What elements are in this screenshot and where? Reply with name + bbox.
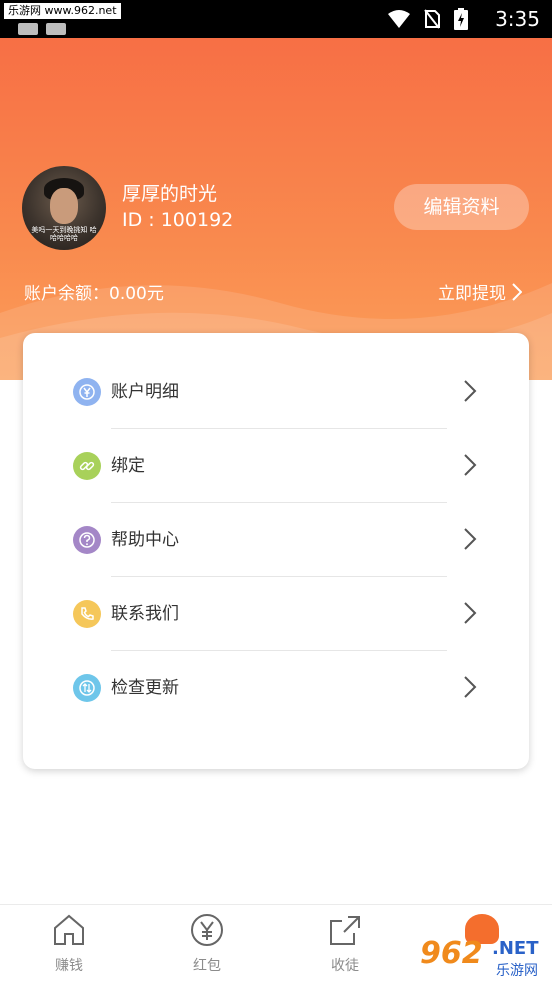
phone-icon (73, 600, 101, 628)
chevron-right-icon (464, 676, 477, 698)
site-logo: 962 .NET 乐游网 (412, 912, 552, 981)
menu-item-contact-us[interactable]: 联系我们 (23, 577, 529, 651)
update-icon (73, 674, 101, 702)
yen-circle-icon (191, 914, 223, 946)
nav-apprentice[interactable]: 收徒 (276, 905, 414, 982)
menu-item-bind[interactable]: 绑定 (23, 429, 529, 503)
logo-main: 962 (420, 936, 483, 971)
battery-icon (454, 8, 468, 30)
withdraw-link[interactable]: 立即提现 (438, 279, 522, 304)
withdraw-label: 立即提现 (438, 284, 506, 304)
avatar-caption: 美吗一天到晚挑知 哈哈哈哈哈 (31, 226, 97, 242)
no-sim-icon (424, 9, 440, 29)
logo-sub: 乐游网 (496, 963, 538, 979)
watermark: 乐游网 www.962.net (4, 3, 121, 19)
avatar[interactable]: 美吗一天到晚挑知 哈哈哈哈哈 (22, 166, 106, 250)
nav-earn[interactable]: 赚钱 (0, 905, 138, 982)
avatar-face (50, 188, 78, 224)
menu-item-label: 检查更新 (111, 678, 179, 698)
logo-net: .NET (492, 938, 539, 959)
chevron-right-icon (512, 282, 522, 301)
yen-icon (73, 378, 101, 406)
menu-item-check-update[interactable]: 检查更新 (23, 651, 529, 725)
notification-icons (18, 20, 74, 39)
question-icon (73, 526, 101, 554)
chevron-right-icon (464, 454, 477, 476)
nav-red-packet[interactable]: 红包 (138, 905, 276, 982)
chevron-right-icon (464, 602, 477, 624)
home-icon (54, 914, 84, 945)
menu-item-label: 帮助中心 (111, 530, 179, 550)
wifi-icon (388, 10, 410, 28)
menu-item-label: 绑定 (111, 456, 145, 476)
nav-label: 红包 (193, 958, 221, 974)
notification-icon (46, 23, 66, 35)
notification-icon (18, 23, 38, 35)
nav-label: 收徒 (331, 958, 359, 974)
clock: 3:35 (495, 7, 540, 31)
user-id: ID : 100192 (122, 209, 234, 231)
share-icon (330, 916, 360, 945)
edit-profile-button[interactable]: 编辑资料 (394, 184, 529, 230)
menu-item-label: 账户明细 (111, 382, 179, 402)
menu-card: 账户明细 绑定 帮助中心 联系我们 检查更新 (23, 333, 529, 769)
menu-item-help-center[interactable]: 帮助中心 (23, 503, 529, 577)
menu-item-account-details[interactable]: 账户明细 (23, 355, 529, 429)
chevron-right-icon (464, 380, 477, 402)
menu-item-label: 联系我们 (111, 604, 179, 624)
link-icon (73, 452, 101, 480)
status-bar: 乐游网 www.962.net 3:35 (0, 0, 552, 38)
account-balance: 账户余额：0.00元 (24, 284, 164, 304)
chevron-right-icon (464, 528, 477, 550)
status-icons (388, 8, 468, 30)
username: 厚厚的时光 (122, 183, 218, 205)
nav-label: 赚钱 (55, 958, 83, 974)
